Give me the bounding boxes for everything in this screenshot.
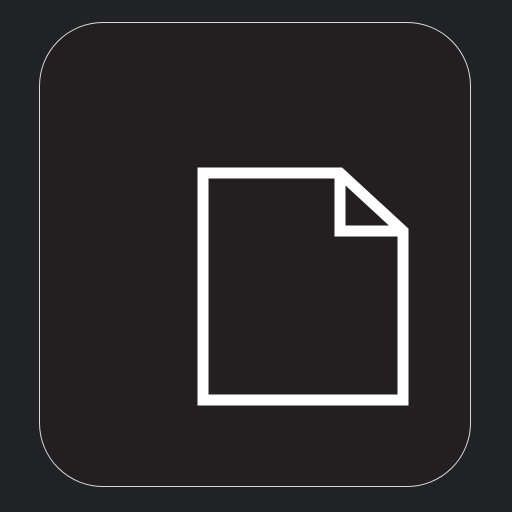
icon-canvas bbox=[0, 0, 512, 512]
document-outline bbox=[197, 167, 409, 406]
document-icon bbox=[197, 167, 409, 406]
app-icon-tile[interactable] bbox=[39, 22, 471, 487]
